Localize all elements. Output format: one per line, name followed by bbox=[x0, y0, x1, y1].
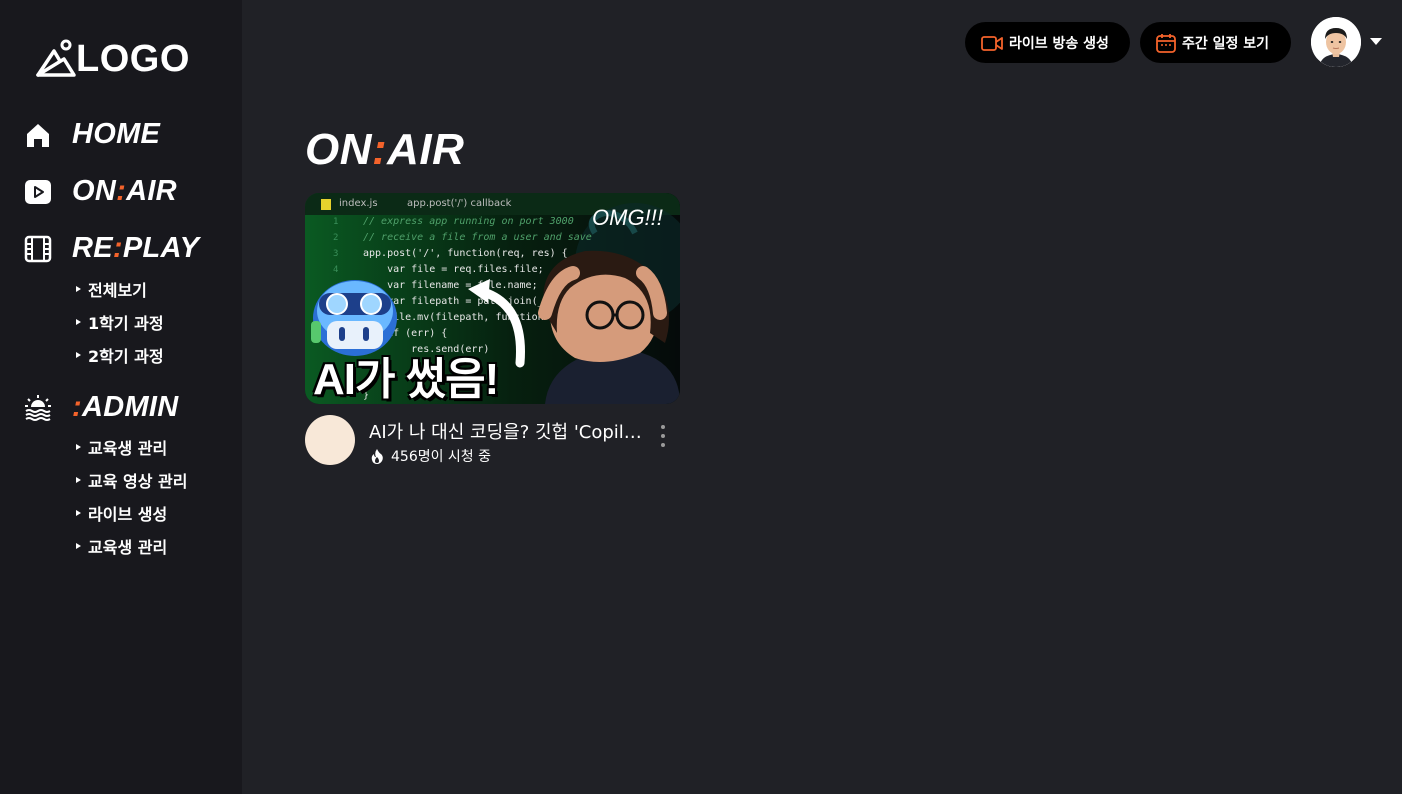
viewer-count-label: 456명이 시청 중 bbox=[391, 449, 492, 465]
calendar-icon bbox=[1156, 33, 1176, 53]
video-title[interactable]: AI가 나 대신 코딩을? 깃헙 'Copilot' 사용기 bbox=[369, 418, 644, 444]
thumb-caption: AI가 썼음! bbox=[313, 355, 499, 404]
replay-sub-all[interactable]: 전체보기 bbox=[76, 277, 147, 301]
nav-replay-label: RE:PLAY bbox=[72, 232, 200, 264]
video-card[interactable]: index.js app.post('/') callback 1 2 3 4 … bbox=[305, 193, 680, 465]
weekly-schedule-button[interactable]: 주간 일정 보기 bbox=[1140, 22, 1291, 63]
create-live-button[interactable]: 라이브 방송 생성 bbox=[965, 22, 1130, 63]
channel-avatar[interactable] bbox=[305, 415, 355, 465]
page-title: ON:AIR bbox=[305, 125, 465, 174]
chevron-down-icon[interactable] bbox=[1370, 38, 1382, 45]
admin-sub-students[interactable]: 교육생 관리 bbox=[76, 435, 167, 459]
video-thumbnail[interactable]: index.js app.post('/') callback 1 2 3 4 … bbox=[305, 193, 680, 404]
user-portrait-icon bbox=[1311, 17, 1361, 67]
play-icon bbox=[24, 178, 52, 206]
triangle-right-icon bbox=[76, 444, 81, 450]
triangle-right-icon bbox=[76, 286, 81, 292]
triangle-right-icon bbox=[76, 543, 81, 549]
triangle-right-icon bbox=[76, 477, 81, 483]
replay-sub-semester1[interactable]: 1학기 과정 bbox=[76, 310, 164, 334]
logo[interactable]: LOGO bbox=[36, 38, 190, 80]
thumb-omg-text: OMG!!! bbox=[592, 205, 663, 230]
nav-admin[interactable]: :ADMIN bbox=[24, 393, 179, 422]
fire-icon bbox=[371, 449, 383, 464]
home-icon bbox=[24, 121, 52, 149]
more-options-icon[interactable] bbox=[659, 425, 667, 453]
create-live-label: 라이브 방송 생성 bbox=[1009, 35, 1109, 52]
triangle-right-icon bbox=[76, 352, 81, 358]
sunset-icon bbox=[24, 394, 52, 422]
nav-onair-label: ON:AIR bbox=[72, 175, 177, 207]
replay-sub-semester2[interactable]: 2학기 과정 bbox=[76, 343, 164, 367]
person-thumbnail bbox=[538, 250, 680, 404]
nav-home-label: HOME bbox=[72, 118, 161, 150]
nav-replay[interactable]: RE:PLAY bbox=[24, 234, 199, 263]
triangle-right-icon bbox=[76, 510, 81, 516]
triangle-right-icon bbox=[76, 319, 81, 325]
admin-sub-students-2[interactable]: 교육생 관리 bbox=[76, 534, 167, 558]
video-camera-icon bbox=[981, 35, 1003, 51]
logo-text: LOGO bbox=[76, 38, 190, 80]
nav-home[interactable]: HOME bbox=[24, 120, 160, 149]
admin-sub-videos[interactable]: 교육 영상 관리 bbox=[76, 468, 187, 492]
user-avatar[interactable] bbox=[1311, 17, 1361, 67]
weekly-schedule-label: 주간 일정 보기 bbox=[1182, 35, 1270, 52]
nav-onair[interactable]: ON:AIR bbox=[24, 177, 177, 206]
film-icon bbox=[24, 235, 52, 263]
viewer-count: 456명이 시청 중 bbox=[369, 446, 491, 466]
nav-admin-label: :ADMIN bbox=[72, 391, 179, 423]
logo-mark-icon bbox=[36, 39, 76, 77]
sidebar: LOGO HOME ON:AIR RE:PLAY 전체보기 1학기 과정 2학기… bbox=[0, 0, 242, 794]
admin-sub-live-create[interactable]: 라이브 생성 bbox=[76, 501, 167, 525]
